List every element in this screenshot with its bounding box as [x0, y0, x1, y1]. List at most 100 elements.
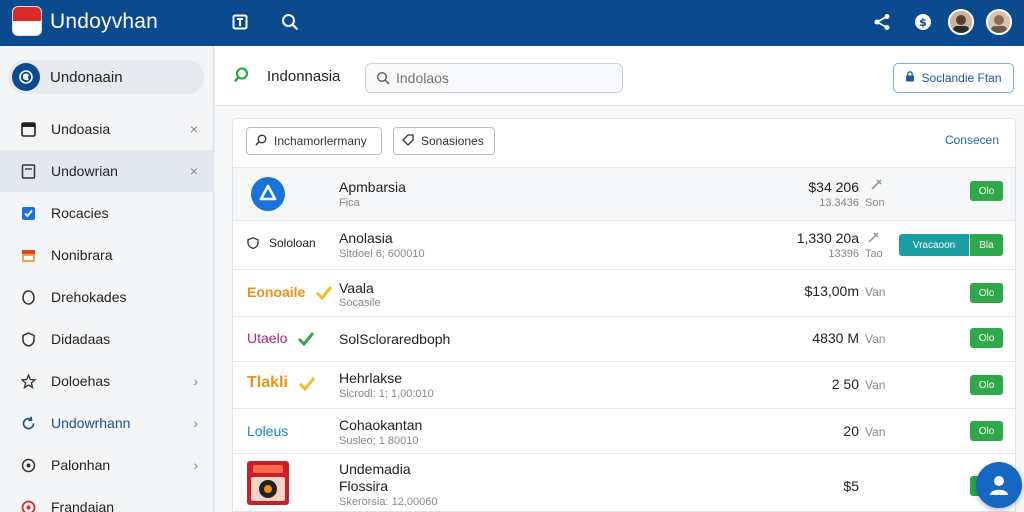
currency-icon[interactable]: $: [912, 11, 934, 33]
target-icon: [20, 457, 36, 473]
row-name: Anolasia: [339, 230, 393, 246]
close-icon[interactable]: ×: [190, 163, 198, 179]
sidebar-item-9[interactable]: Palonhan ›: [0, 444, 214, 486]
row-action-button[interactable]: Olo: [970, 421, 1003, 441]
sidebar-item-8[interactable]: Undowrhann ›: [0, 402, 214, 444]
search-icon[interactable]: [279, 11, 301, 33]
page-title: Indonnasia: [267, 68, 341, 85]
sidebar-item-6[interactable]: Didadaas: [0, 318, 214, 360]
row-logo: [247, 461, 289, 505]
user-avatar-2[interactable]: [986, 9, 1012, 35]
document-icon: [20, 163, 36, 179]
row-action-button[interactable]: Olo: [970, 375, 1003, 395]
row-sub: Fica: [339, 197, 360, 209]
check-icon: [298, 376, 316, 391]
flag-logo: [12, 6, 42, 36]
sidebar-header-label: Undonaain: [50, 68, 123, 86]
search-icon: [233, 66, 251, 89]
row-action-button[interactable]: Bla: [970, 234, 1003, 256]
card-link[interactable]: Consecen: [945, 133, 999, 147]
share-icon[interactable]: [871, 11, 893, 33]
sidebar-item-label: Drehokades: [51, 289, 127, 305]
sidebar-item-7[interactable]: Doloehas ›: [0, 360, 214, 402]
row-action-button[interactable]: Olo: [970, 328, 1003, 348]
row-name: Cohaokantan: [339, 417, 423, 433]
sidebar-item-4[interactable]: Nonibrara: [0, 234, 214, 276]
filter-chip-1[interactable]: Inchamorlermany: [246, 127, 382, 155]
user-icon: [990, 476, 1008, 495]
sidebar-item-label: Undowrhann: [51, 415, 131, 431]
row-sub: Socasile: [339, 297, 381, 309]
sidebar-item-1[interactable]: Undoasia ×: [0, 108, 214, 150]
table-row[interactable]: Loleus Cohaokantan Susleo; 1 80010 20 Va…: [233, 408, 1015, 453]
row-price: 1,330 20a: [796, 230, 859, 246]
sidebar-item-label: Didadaas: [51, 331, 111, 347]
user-avatar-1[interactable]: [948, 9, 974, 35]
row-price: 20: [843, 423, 859, 439]
star-icon: [20, 373, 36, 389]
sidebar-item-2[interactable]: Undowrian ×: [0, 150, 214, 192]
sidebar: Undonaain Undoasia × Undowrian × Rocacie…: [0, 46, 214, 512]
row-action-button[interactable]: Olo: [970, 181, 1003, 201]
row-logo: Eonoaile: [247, 284, 333, 300]
sidebar-item-label: Undowrian: [51, 163, 118, 179]
row-unit: Son: [865, 197, 885, 209]
row-name: SolScloraredboph: [339, 331, 451, 347]
chevron-right-icon: ›: [193, 457, 198, 473]
check-icon: [298, 331, 315, 346]
window-icon[interactable]: [229, 11, 251, 33]
sidebar-header[interactable]: Undonaain: [8, 60, 204, 94]
main-content: Indonnasia Soclandie Ftan Inchamorlerman…: [215, 46, 1024, 512]
filter-chip-label: Inchamorlermany: [274, 134, 367, 148]
sidebar-item-label: Rocacies: [51, 205, 109, 221]
row-name-secondary: Flossira: [339, 478, 389, 494]
results-card: Inchamorlermany Sonasiones Consecen Apmb…: [232, 118, 1016, 512]
table-row[interactable]: Utaelo SolScloraredboph 4830 M Van Olo: [233, 316, 1015, 361]
chevron-right-icon: ›: [193, 415, 198, 431]
filter-chip-2[interactable]: Sonasiones: [393, 127, 495, 155]
search-input[interactable]: [396, 70, 616, 86]
search-box[interactable]: [365, 63, 623, 93]
pin-icon[interactable]: [870, 178, 883, 196]
row-name: Undemadia: [339, 461, 411, 477]
tag-icon: [20, 289, 36, 305]
refresh-icon: [20, 415, 36, 431]
row-unit: Van: [865, 285, 886, 299]
row-unit: Van: [865, 332, 886, 346]
row-price: $5: [843, 478, 859, 494]
table-row[interactable]: Tlakli Hehrlakse Sicrodl: 1; 1,00:010 2 …: [233, 361, 1015, 408]
top-action-button[interactable]: Soclandie Ftan: [893, 63, 1014, 93]
row-price: 4830 M: [812, 330, 859, 346]
row-secondary-button[interactable]: Vracaoon: [899, 234, 969, 256]
pin-icon[interactable]: [867, 231, 880, 249]
check-icon: [316, 285, 333, 300]
table-row[interactable]: Sololoan Anolasia Sitdoel 6; 600010 1,33…: [233, 220, 1015, 269]
sidebar-item-label: Undoasia: [51, 121, 111, 137]
filter-chip-label: Sonasiones: [421, 134, 484, 148]
row-price: $34 206: [808, 179, 859, 195]
close-icon[interactable]: ×: [190, 121, 198, 137]
table-row[interactable]: Undemadia Flossira Skerorsia: 12,00060 $…: [233, 453, 1015, 511]
table-row[interactable]: Apmbarsia Fica $34 206 13.3436 Son Olo: [233, 167, 1015, 220]
svg-text:$: $: [919, 16, 927, 29]
lock-icon: [905, 71, 915, 85]
row-action-button[interactable]: Olo: [970, 283, 1003, 303]
user-fab-button[interactable]: [976, 462, 1022, 508]
checkbox-icon: [20, 205, 36, 221]
search-icon: [255, 134, 267, 149]
row-name: Apmbarsia: [339, 179, 406, 195]
row-price-sub: 13.3436: [819, 197, 859, 209]
calendar-icon: [20, 247, 36, 263]
chevron-right-icon: ›: [193, 373, 198, 389]
shield-icon: [20, 331, 36, 347]
row-logo: Tlakli: [247, 374, 316, 392]
sidebar-item-5[interactable]: Drehokades: [0, 276, 214, 318]
app-thumbnail-icon: [247, 461, 289, 505]
sidebar-item-10[interactable]: Frandaian: [0, 486, 214, 512]
table-row[interactable]: Eonoaile Vaala Socasile $13,00m Van Olo: [233, 269, 1015, 316]
row-unit: Van: [865, 425, 886, 439]
row-unit: Van: [865, 378, 886, 392]
sidebar-item-3[interactable]: Rocacies: [0, 192, 214, 234]
row-name: Hehrlakse: [339, 370, 403, 386]
main-header: Indonnasia Soclandie Ftan: [215, 46, 1024, 106]
